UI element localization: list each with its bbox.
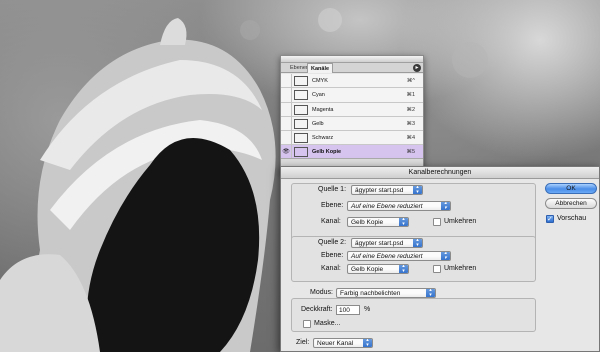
source-1-layer-label: Ebene: bbox=[321, 202, 344, 209]
mask-label: Maske... bbox=[314, 320, 341, 327]
channel-shortcut: ⌘1 bbox=[406, 92, 415, 99]
palette-menu-icon[interactable]: ▸ bbox=[413, 64, 421, 72]
dialog-title[interactable]: Kanalberechnungen bbox=[281, 167, 599, 179]
channel-row-cmyk[interactable]: CMYK ⌘^ bbox=[281, 74, 423, 89]
channel-shortcut: ⌘^ bbox=[406, 78, 415, 84]
channel-thumbnail bbox=[294, 133, 308, 144]
opacity-unit: % bbox=[364, 306, 371, 313]
blend-mode-select[interactable]: Farbig nachbelichten ▴ ▾ bbox=[336, 288, 436, 298]
opacity-label: Deckkraft: bbox=[301, 306, 333, 313]
source-1-label: Quelle 1: bbox=[318, 186, 347, 193]
channel-shortcut: ⌘3 bbox=[406, 120, 415, 127]
source-2-layer-label: Ebene: bbox=[321, 252, 344, 259]
preview-checkbox[interactable]: ✓ bbox=[546, 215, 554, 223]
preview-label: Vorschau bbox=[557, 215, 587, 222]
channel-name: Magenta bbox=[312, 106, 334, 113]
opacity-input[interactable]: 100 bbox=[336, 305, 360, 315]
channel-thumbnail bbox=[294, 76, 308, 86]
channel-name: Schwarz bbox=[312, 135, 334, 142]
channels-palette: Ebenen Kanäle ▸ CMYK ⌘^ Cyan ⌘1 Magenta … bbox=[280, 55, 424, 173]
popup-arrows-icon: ▴ ▾ bbox=[399, 265, 408, 273]
visibility-toggle[interactable] bbox=[281, 116, 292, 131]
target-label: Ziel: bbox=[296, 339, 310, 346]
source-2-layer-select[interactable]: Auf eine Ebene reduziert ▴ ▾ bbox=[347, 251, 451, 261]
source-2-channel-select[interactable]: Gelb Kopie ▴ ▾ bbox=[347, 264, 409, 274]
channel-thumbnail bbox=[294, 118, 308, 129]
popup-arrows-icon: ▴ ▾ bbox=[441, 252, 450, 260]
source-1-invert-checkbox[interactable] bbox=[433, 218, 441, 226]
calculations-dialog: Kanalberechnungen Quelle 1: ägypter star… bbox=[280, 166, 600, 352]
cancel-button[interactable]: Abbrechen bbox=[545, 198, 597, 209]
channel-name: CMYK bbox=[312, 78, 328, 84]
popup-arrows-icon: ▴ ▾ bbox=[413, 239, 422, 247]
channel-list: CMYK ⌘^ Cyan ⌘1 Magenta ⌘2 Gelb ⌘3 Schwa… bbox=[281, 74, 423, 160]
channel-row-cyan[interactable]: Cyan ⌘1 bbox=[281, 88, 423, 103]
source-1-channel-select[interactable]: Gelb Kopie ▴ ▾ bbox=[347, 217, 409, 227]
blending-group: Deckkraft: 100 % Maske... bbox=[291, 298, 536, 332]
target-select[interactable]: Neuer Kanal ▴ ▾ bbox=[313, 338, 373, 348]
mode-label: Modus: bbox=[310, 289, 333, 296]
source-2-invert-label: Umkehren bbox=[444, 265, 477, 272]
popup-arrows-icon: ▴ ▾ bbox=[441, 202, 450, 210]
channel-thumbnail bbox=[294, 147, 308, 158]
ok-button[interactable]: OK bbox=[545, 183, 597, 194]
source-2-file-select[interactable]: ägypter start.psd ▴ ▾ bbox=[351, 238, 423, 248]
palette-titlebar[interactable] bbox=[281, 56, 423, 63]
mask-checkbox[interactable] bbox=[303, 320, 311, 328]
visibility-toggle[interactable] bbox=[281, 74, 292, 88]
source-1-layer-select[interactable]: Auf eine Ebene reduziert ▴ ▾ bbox=[347, 201, 451, 211]
visibility-toggle[interactable] bbox=[281, 102, 292, 117]
popup-arrows-icon: ▴ ▾ bbox=[363, 339, 372, 347]
channel-thumbnail bbox=[294, 104, 308, 115]
channel-shortcut: ⌘2 bbox=[406, 106, 415, 113]
popup-arrows-icon: ▴ ▾ bbox=[413, 186, 422, 194]
palette-tab-bar: Ebenen Kanäle ▸ bbox=[281, 63, 423, 73]
checkmark-icon: ✓ bbox=[547, 216, 553, 223]
visibility-toggle[interactable] bbox=[281, 88, 292, 103]
channel-thumbnail bbox=[294, 90, 308, 101]
source-2-label: Quelle 2: bbox=[318, 239, 347, 246]
popup-arrows-icon: ▴ ▾ bbox=[426, 289, 435, 297]
source-2-invert-checkbox[interactable] bbox=[433, 265, 441, 273]
channel-row-gelb[interactable]: Gelb ⌘3 bbox=[281, 116, 423, 132]
popup-arrows-icon: ▴ ▾ bbox=[399, 218, 408, 226]
channel-row-magenta[interactable]: Magenta ⌘2 bbox=[281, 102, 423, 117]
channel-name: Gelb bbox=[312, 120, 324, 127]
channel-name: Cyan bbox=[312, 92, 325, 99]
source-2-channel-label: Kanal: bbox=[321, 265, 341, 272]
channel-row-schwarz[interactable]: Schwarz ⌘4 bbox=[281, 131, 423, 146]
visibility-toggle[interactable] bbox=[281, 131, 292, 146]
tab-channels[interactable]: Kanäle bbox=[307, 63, 334, 73]
source-1-channel-label: Kanal: bbox=[321, 218, 341, 225]
source-2-group: Quelle 2: ägypter start.psd ▴ ▾ Ebene: Au… bbox=[291, 236, 536, 282]
source-1-file-select[interactable]: ägypter start.psd ▴ ▾ bbox=[351, 185, 423, 195]
channel-shortcut: ⌘4 bbox=[406, 135, 415, 142]
source-1-invert-label: Umkehren bbox=[444, 218, 477, 225]
